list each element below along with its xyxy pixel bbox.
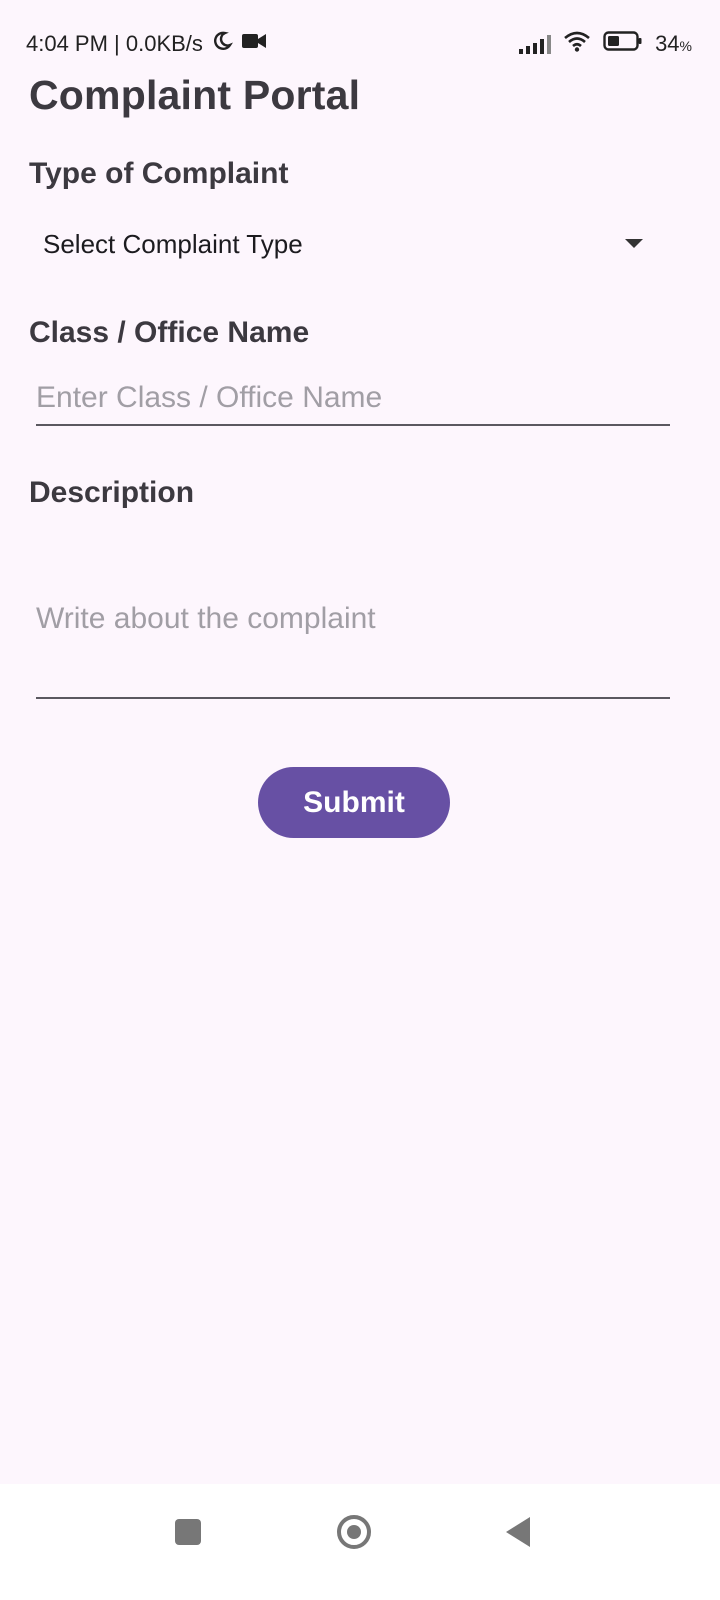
navigation-bar <box>0 1484 720 1600</box>
class-office-input[interactable] <box>36 372 670 426</box>
status-bar: 4:04 PM | 0.0KB/s 34% <box>0 0 720 74</box>
video-camera-icon <box>241 31 267 57</box>
status-time-speed: 4:04 PM | 0.0KB/s <box>26 31 203 56</box>
back-button[interactable] <box>490 1504 546 1560</box>
moon-icon <box>211 30 233 58</box>
home-icon <box>337 1515 371 1549</box>
battery-percent: 34% <box>655 31 692 57</box>
submit-button[interactable]: Submit <box>258 767 450 838</box>
battery-icon <box>603 30 643 58</box>
recents-icon <box>175 1519 201 1545</box>
description-label: Description <box>29 476 195 509</box>
dropdown-arrow-icon <box>625 239 643 248</box>
class-office-label: Class / Office Name <box>29 316 310 349</box>
complaint-type-dropdown[interactable]: Select Complaint Type <box>29 212 669 276</box>
complaint-type-selected: Select Complaint Type <box>43 228 303 259</box>
complaint-type-label: Type of Complaint <box>29 157 289 190</box>
home-button[interactable] <box>326 1504 382 1560</box>
status-left: 4:04 PM | 0.0KB/s <box>26 30 267 58</box>
description-input[interactable] <box>36 540 670 699</box>
back-icon <box>506 1517 530 1547</box>
signal-icon <box>519 34 552 54</box>
battery-percent-value: 34 <box>655 31 680 56</box>
status-right: 34% <box>519 30 692 58</box>
page-title: Complaint Portal <box>29 72 361 118</box>
wifi-icon <box>563 30 591 58</box>
battery-percent-unit: % <box>679 38 692 54</box>
recents-button[interactable] <box>160 1504 216 1560</box>
